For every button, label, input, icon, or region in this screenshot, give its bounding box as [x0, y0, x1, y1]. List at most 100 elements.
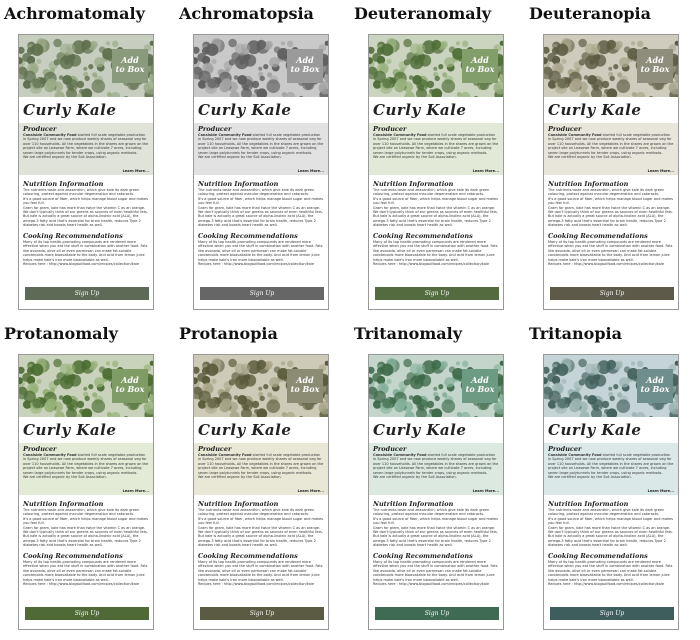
product-title: Curly Kale [373, 421, 467, 439]
cooking-section: Cooking Recommendations Many of its top … [548, 552, 676, 586]
producer-heading: Producer [373, 125, 407, 133]
sign-up-button[interactable]: Sign Up [375, 607, 499, 620]
producer-company: Canalside Community Food [23, 453, 77, 457]
cooking-recipes-link[interactable]: Recipes here : http://www.blogsoilfood.c… [548, 582, 676, 586]
cooking-line-1: Many of its top health-promoting compoun… [23, 560, 148, 582]
nutrition-heading: Nutrition Information [198, 180, 279, 188]
producer-company: Canalside Community Food [548, 133, 602, 137]
variant-title: Protanopia [179, 324, 278, 343]
sign-up-button[interactable]: Sign Up [375, 287, 499, 300]
variant-panel: Protanopia Add to Box Curly Kale Produce… [175, 320, 350, 640]
variant-panel: Achromatomaly Add to Box Curly Kale Prod… [0, 0, 175, 320]
sign-up-button[interactable]: Sign Up [200, 287, 324, 300]
producer-company: Canalside Community Food [373, 453, 427, 457]
nutrition-line-2: It's a good source of fiber, which helps… [548, 516, 673, 526]
producer-line-2: We are certified organic by the Soil Ass… [548, 475, 632, 480]
add-to-box-button[interactable]: Add to Box [637, 369, 673, 403]
nutrition-line-2: It's a good source of fiber, which helps… [198, 196, 323, 206]
add-to-box-button[interactable]: Add to Box [112, 49, 148, 83]
learn-more-link[interactable]: Learn More... [473, 489, 499, 493]
producer-text: Canalside Community Food started full sc… [23, 453, 149, 475]
nutrition-heading: Nutrition Information [548, 180, 629, 188]
producer-section: Producer Canalside Community Food starte… [369, 123, 503, 175]
add-to-box-button[interactable]: Add to Box [112, 369, 148, 403]
nutrition-section: Nutrition Information The nutrients tast… [23, 180, 151, 228]
add-to-box-button[interactable]: Add to Box [637, 49, 673, 83]
cooking-recipes-link[interactable]: Recipes here : http://www.blogsoilfood.c… [23, 262, 151, 266]
sign-up-button[interactable]: Sign Up [25, 287, 149, 300]
cooking-heading: Cooking Recommendations [198, 232, 298, 240]
nutrition-line-1: The nutrients taste and zeaxanthin, whic… [548, 188, 665, 197]
product-title: Curly Kale [23, 101, 117, 119]
nutrition-section: Nutrition Information The nutrients tast… [373, 500, 501, 548]
producer-text: Canalside Community Food started full sc… [548, 133, 674, 155]
cooking-line-1: Many of its top health-promoting compoun… [548, 560, 673, 582]
variant-panel: Protanomaly Add to Box Curly Kale Produc… [0, 320, 175, 640]
nutrition-line-2: It's a good source of fiber, which helps… [198, 516, 323, 526]
product-card: Add to Box Curly Kale Producer Canalside… [543, 34, 679, 310]
cooking-recipes-link[interactable]: Recipes here : http://www.blogsoilfood.c… [373, 582, 501, 586]
variant-title: Achromatopsia [179, 4, 314, 23]
cooking-recipes-link[interactable]: Recipes here : http://www.blogsoilfood.c… [373, 262, 501, 266]
cooking-line-1: Many of its top health-promoting compoun… [198, 240, 323, 262]
producer-section: Producer Canalside Community Food starte… [194, 123, 328, 175]
cooking-section: Cooking Recommendations Many of its top … [373, 232, 501, 266]
learn-more-link[interactable]: Learn More... [298, 169, 324, 173]
producer-company: Canalside Community Food [198, 133, 252, 137]
product-card: Add to Box Curly Kale Producer Canalside… [18, 34, 154, 310]
sign-up-button[interactable]: Sign Up [550, 607, 674, 620]
producer-heading: Producer [198, 125, 232, 133]
add-to-box-label-2: to Box [290, 384, 320, 394]
product-title: Curly Kale [548, 101, 642, 119]
add-to-box-button[interactable]: Add to Box [287, 369, 323, 403]
nutrition-section: Nutrition Information The nutrients tast… [198, 500, 326, 548]
cooking-recipes-link[interactable]: Recipes here : http://www.blogsoilfood.c… [548, 262, 676, 266]
cooking-recipes-link[interactable]: Recipes here : http://www.blogsoilfood.c… [23, 582, 151, 586]
add-to-box-label-2: to Box [465, 384, 495, 394]
nutrition-section: Nutrition Information The nutrients tast… [198, 180, 326, 228]
learn-more-link[interactable]: Learn More... [123, 169, 149, 173]
learn-more-link[interactable]: Learn More... [123, 489, 149, 493]
variant-title: Tritanomaly [354, 324, 462, 343]
add-to-box-label-2: to Box [465, 64, 495, 74]
cooking-recipes-link[interactable]: Recipes here : http://www.blogsoilfood.c… [198, 262, 326, 266]
sign-up-button[interactable]: Sign Up [200, 607, 324, 620]
learn-more-link[interactable]: Learn More... [648, 489, 674, 493]
add-to-box-button[interactable]: Add to Box [462, 49, 498, 83]
producer-text: Canalside Community Food started full sc… [198, 133, 324, 155]
product-title: Curly Kale [548, 421, 642, 439]
nutrition-line-1: The nutrients taste and zeaxanthin, whic… [548, 508, 665, 517]
nutrition-line-3: Gram for gram, kale has more than twice … [548, 205, 673, 228]
producer-heading: Producer [23, 125, 57, 133]
add-to-box-button[interactable]: Add to Box [287, 49, 323, 83]
cooking-heading: Cooking Recommendations [23, 232, 123, 240]
cooking-line-1: Many of its top health-promoting compoun… [23, 240, 148, 262]
product-card: Add to Box Curly Kale Producer Canalside… [193, 354, 329, 630]
add-to-box-button[interactable]: Add to Box [462, 369, 498, 403]
nutrition-line-1: The nutrients taste and zeaxanthin, whic… [198, 508, 315, 517]
producer-heading: Producer [548, 125, 582, 133]
producer-section: Producer Canalside Community Food starte… [544, 123, 678, 175]
producer-line-2: We are certified organic by the Soil Ass… [198, 475, 282, 480]
variant-panel: Deuteranopia Add to Box Curly Kale Produ… [525, 0, 700, 320]
variant-grid: Achromatomaly Add to Box Curly Kale Prod… [0, 0, 700, 640]
nutrition-line-3: Gram for gram, kale has more than twice … [548, 525, 673, 548]
sign-up-button[interactable]: Sign Up [25, 607, 149, 620]
learn-more-link[interactable]: Learn More... [298, 489, 324, 493]
variant-panel: Tritanopia Add to Box Curly Kale Produce… [525, 320, 700, 640]
nutrition-heading: Nutrition Information [548, 500, 629, 508]
learn-more-link[interactable]: Learn More... [648, 169, 674, 173]
product-card: Add to Box Curly Kale Producer Canalside… [543, 354, 679, 630]
learn-more-link[interactable]: Learn More... [473, 169, 499, 173]
producer-company: Canalside Community Food [548, 453, 602, 457]
nutrition-line-1: The nutrients taste and zeaxanthin, whic… [373, 188, 490, 197]
nutrition-line-3: Gram for gram, kale has more than twice … [373, 205, 498, 228]
producer-text: Canalside Community Food started full sc… [373, 453, 499, 475]
producer-heading: Producer [373, 445, 407, 453]
cooking-recipes-link[interactable]: Recipes here : http://www.blogsoilfood.c… [198, 582, 326, 586]
producer-text: Canalside Community Food started full sc… [198, 453, 324, 475]
sign-up-button[interactable]: Sign Up [550, 287, 674, 300]
nutrition-line-3: Gram for gram, kale has more than twice … [198, 525, 323, 548]
product-title: Curly Kale [23, 421, 117, 439]
add-to-box-label-2: to Box [640, 384, 670, 394]
